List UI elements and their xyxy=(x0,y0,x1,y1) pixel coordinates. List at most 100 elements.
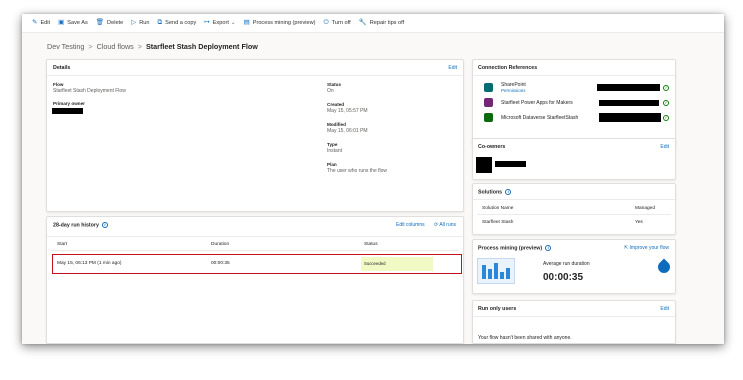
sharepoint-icon xyxy=(484,83,493,92)
external-icon: ⇱ xyxy=(623,245,629,251)
trash-icon: 🗑 xyxy=(95,18,105,26)
col-header-managed: Managed xyxy=(635,206,656,211)
col-header-duration[interactable]: Duration xyxy=(211,242,229,247)
flow-label: Flow xyxy=(53,82,64,87)
edit-columns-link[interactable]: Edit columns xyxy=(396,222,425,228)
co-owners-title: Co-owners xyxy=(478,144,506,150)
run-button[interactable]: ▷ Run xyxy=(131,18,149,27)
created-value: May 15, 05:57 PM xyxy=(327,108,368,114)
play-icon: ▷ xyxy=(131,18,137,26)
wrench-icon: 🔧 xyxy=(358,18,367,26)
run-only-title: Run only users xyxy=(478,306,517,312)
check-circle-icon: ✓ xyxy=(663,85,669,91)
breadcrumb-root[interactable]: Dev Testing xyxy=(47,42,84,51)
run-history-card: 28-day run history i Edit columns ⟳ All r… xyxy=(46,216,464,344)
run-only-users-card: Run only users Edit Your flow hasn't bee… xyxy=(472,300,676,344)
plan-label: Plan xyxy=(327,162,337,167)
divider xyxy=(47,236,463,237)
solutions-card: Solutions i Solution Name Managed Starfle… xyxy=(472,183,676,235)
info-icon[interactable]: i xyxy=(101,222,108,228)
owner-redacted xyxy=(52,108,83,114)
power-apps-icon xyxy=(484,98,493,107)
pencil-icon: ✎ xyxy=(32,18,38,26)
process-mining-icon: ▤ xyxy=(243,18,250,26)
check-circle-icon: ✓ xyxy=(663,100,669,106)
plan-value: The user who runs the flow xyxy=(327,168,388,174)
owner-avatar-redacted xyxy=(476,157,492,173)
save-as-button[interactable]: ▣ Save As xyxy=(58,19,88,27)
divider xyxy=(47,75,463,76)
run-duration: 00:00:35 xyxy=(211,261,230,266)
co-owners-edit-link[interactable]: Edit xyxy=(660,144,669,150)
status-value: On xyxy=(327,88,334,94)
send-copy-button[interactable]: ⧉ Send a copy xyxy=(157,18,196,27)
run-start[interactable]: May 15, 06:13 PM (1 min ago) xyxy=(57,261,122,266)
chart-bar xyxy=(482,265,486,279)
breadcrumb: Dev Testing > Cloud flows > Starfleet St… xyxy=(47,42,258,51)
type-value: Instant xyxy=(327,148,343,154)
chart-bar xyxy=(506,268,510,279)
divider xyxy=(473,199,675,200)
breadcrumb-section[interactable]: Cloud flows xyxy=(97,42,134,51)
col-header-start[interactable]: Start xyxy=(57,242,67,247)
dataverse-name: Microsoft Dataverse StarfleetStash xyxy=(501,115,579,121)
created-label: Created xyxy=(327,102,345,107)
run-only-edit-link[interactable]: Edit xyxy=(660,306,669,312)
chart-bar xyxy=(488,269,492,279)
solution-name[interactable]: Starfleet Stash xyxy=(482,220,513,225)
connections-title: Connection References xyxy=(478,65,538,71)
details-edit-link[interactable]: Edit xyxy=(448,65,457,71)
process-mining-card: Process mining (preview) i ⇱ Improve your… xyxy=(472,239,676,294)
connections-card: Connection References SharePoint Permiss… xyxy=(472,59,676,145)
edit-button[interactable]: ✎ Edit xyxy=(32,18,50,27)
flow-value: Starfleet Stash Deployment Flow xyxy=(53,88,126,94)
repair-tips-button[interactable]: 🔧 Repair tips off xyxy=(358,18,405,27)
chart-bar xyxy=(500,272,504,279)
connection-redacted xyxy=(599,113,661,122)
details-card: Details Edit Flow Starfleet Stash Deploy… xyxy=(46,59,464,212)
modified-value: May 15, 06:01 PM xyxy=(327,128,368,134)
drop-icon xyxy=(655,258,673,276)
col-header-status[interactable]: Status xyxy=(364,242,378,247)
connection-redacted xyxy=(597,84,660,91)
co-owners-card: Co-owners Edit xyxy=(472,138,676,180)
run-history-title: 28-day run history i xyxy=(53,222,108,228)
chart-bar xyxy=(494,263,498,279)
dataverse-icon xyxy=(484,113,493,122)
delete-button[interactable]: 🗑 Delete xyxy=(95,18,123,27)
refresh-icon: ⟳ xyxy=(434,222,439,228)
connection-redacted xyxy=(599,100,659,106)
process-chart-thumbnail xyxy=(477,258,515,284)
turn-off-button[interactable]: ⏻ Turn off xyxy=(323,18,351,27)
table-row[interactable]: May 15, 06:13 PM (1 min ago) 00:00:35 Su… xyxy=(52,254,462,274)
permissions-link[interactable]: Permissions xyxy=(501,88,526,93)
improve-flow-link[interactable]: ⇱ Improve your flow xyxy=(624,245,669,251)
modified-label: Modified xyxy=(327,122,346,127)
breadcrumb-separator: > xyxy=(137,42,142,51)
power-icon: ⏻ xyxy=(323,18,329,26)
avg-duration-label: Average run duration xyxy=(543,261,590,267)
info-icon[interactable]: i xyxy=(545,245,552,251)
owner-name-redacted xyxy=(495,161,526,167)
divider xyxy=(51,250,459,251)
run-only-message: Your flow hasn't been shared with anyone… xyxy=(478,335,572,341)
col-header-solution-name: Solution Name xyxy=(482,206,514,211)
owner-label: Primary owner xyxy=(53,101,85,106)
export-button[interactable]: ↦ Export ⌄ xyxy=(204,18,235,27)
export-icon: ↦ xyxy=(204,18,210,26)
solutions-title: Solutions i xyxy=(478,189,512,195)
breadcrumb-separator: > xyxy=(88,42,93,51)
copy-icon: ⧉ xyxy=(157,18,163,26)
info-icon[interactable]: i xyxy=(505,189,512,195)
solution-managed: Yes xyxy=(635,220,643,225)
divider xyxy=(477,214,671,215)
page-title: Starfleet Stash Deployment Flow xyxy=(145,42,258,51)
process-mining-button[interactable]: ▤ Process mining (preview) xyxy=(243,18,316,27)
all-runs-link[interactable]: ⟳ All runs xyxy=(434,222,456,228)
details-title: Details xyxy=(53,65,71,71)
command-bar: ✎ Edit ▣ Save As 🗑 Delete ▷ Run ⧉ Send a copy… xyxy=(22,14,724,33)
process-mining-title: Process mining (preview) i xyxy=(478,245,552,251)
app-window: ✎ Edit ▣ Save As 🗑 Delete ▷ Run ⧉ Send a copy… xyxy=(22,14,724,344)
avg-duration-value: 00:00:35 xyxy=(543,272,584,283)
type-label: Type xyxy=(327,142,338,147)
